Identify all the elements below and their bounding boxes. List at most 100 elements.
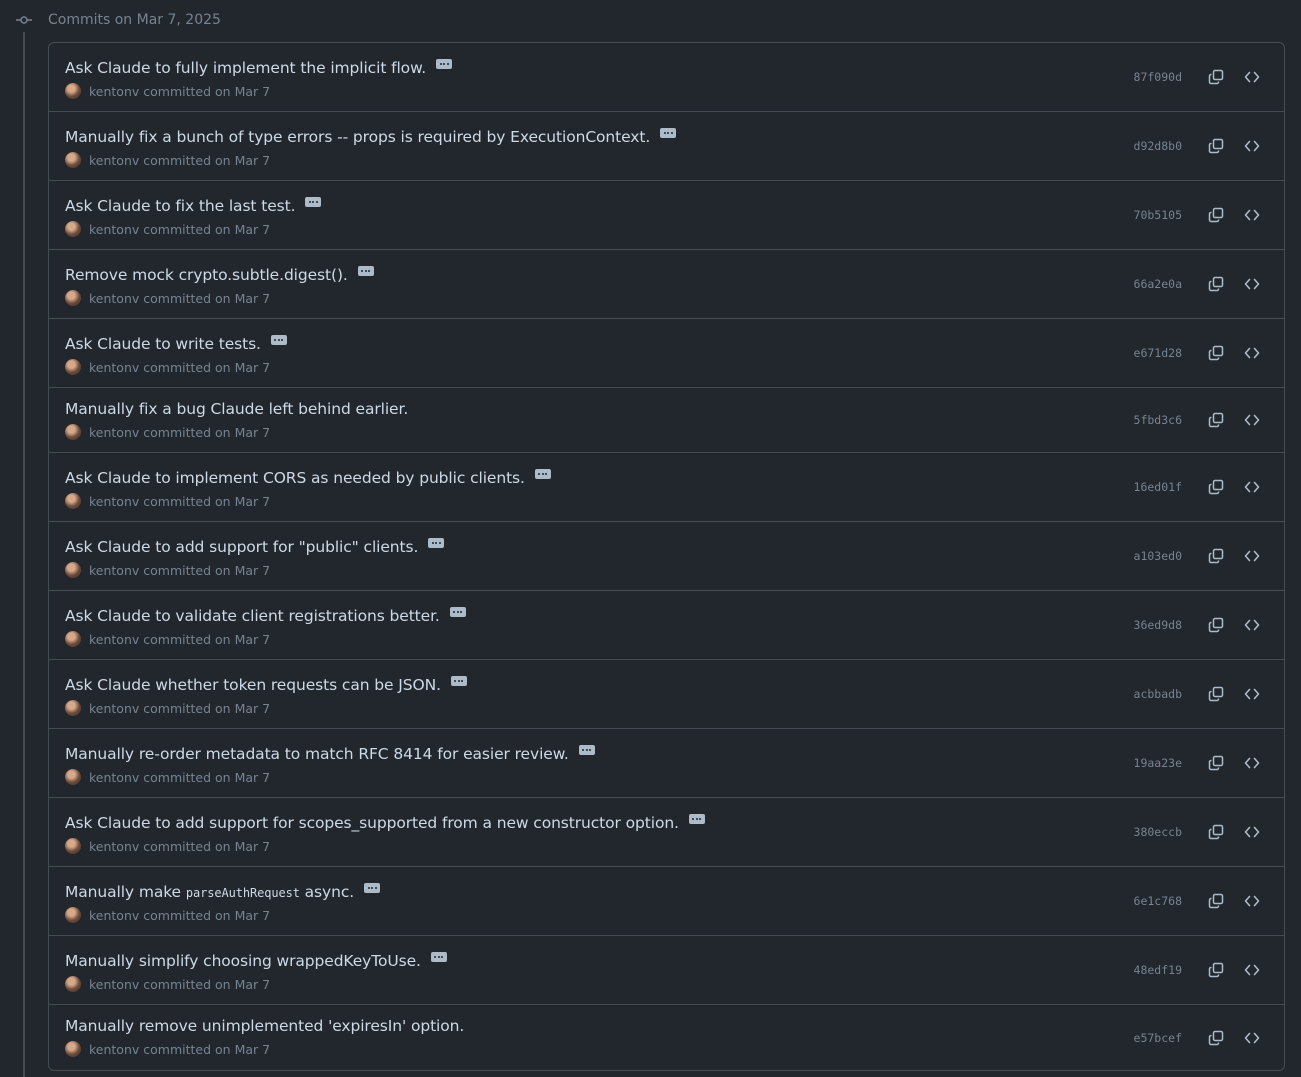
author-link[interactable]: kentonv	[89, 425, 139, 440]
code-icon[interactable]	[1240, 65, 1264, 89]
code-icon[interactable]	[1240, 820, 1264, 844]
author-link[interactable]: kentonv	[89, 84, 139, 99]
code-icon[interactable]	[1240, 341, 1264, 365]
author-link[interactable]: kentonv	[89, 977, 139, 992]
code-icon[interactable]	[1240, 134, 1264, 158]
copy-icon[interactable]	[1204, 613, 1228, 637]
commit-sha-link[interactable]: 380eccb	[1134, 825, 1182, 839]
avatar[interactable]	[65, 152, 81, 168]
author-link[interactable]: kentonv	[89, 908, 139, 923]
commit-sha-link[interactable]: d92d8b0	[1134, 139, 1182, 153]
kebab-horizontal-icon[interactable]	[364, 883, 381, 893]
copy-icon[interactable]	[1204, 134, 1228, 158]
author-link[interactable]: kentonv	[89, 494, 139, 509]
kebab-horizontal-icon[interactable]	[436, 59, 453, 69]
commit-sha-link[interactable]: e57bcef	[1134, 1031, 1182, 1045]
commit-title-link[interactable]: Manually fix a bunch of type errors -- p…	[65, 128, 650, 146]
commit-title-link[interactable]: Ask Claude whether token requests can be…	[65, 676, 441, 694]
author-link[interactable]: kentonv	[89, 222, 139, 237]
copy-icon[interactable]	[1204, 1026, 1228, 1050]
kebab-horizontal-icon[interactable]	[430, 952, 447, 962]
kebab-horizontal-icon[interactable]	[660, 128, 677, 138]
author-link[interactable]: kentonv	[89, 1042, 139, 1057]
code-icon[interactable]	[1240, 751, 1264, 775]
kebab-horizontal-icon[interactable]	[578, 745, 595, 755]
commit-title-link[interactable]: Ask Claude to write tests.	[65, 335, 261, 353]
avatar[interactable]	[65, 838, 81, 854]
avatar[interactable]	[65, 976, 81, 992]
kebab-horizontal-icon[interactable]	[357, 266, 374, 276]
commit-sha-link[interactable]: 70b5105	[1134, 208, 1182, 222]
code-icon[interactable]	[1240, 889, 1264, 913]
copy-icon[interactable]	[1204, 475, 1228, 499]
avatar[interactable]	[65, 424, 81, 440]
kebab-horizontal-icon[interactable]	[270, 335, 287, 345]
commit-sha-link[interactable]: 6e1c768	[1134, 894, 1182, 908]
copy-icon[interactable]	[1204, 341, 1228, 365]
code-icon[interactable]	[1240, 475, 1264, 499]
commit-sha-link[interactable]: 19aa23e	[1134, 756, 1182, 770]
author-link[interactable]: kentonv	[89, 839, 139, 854]
copy-icon[interactable]	[1204, 820, 1228, 844]
kebab-horizontal-icon[interactable]	[688, 814, 705, 824]
commit-title-link[interactable]: Ask Claude to validate client registrati…	[65, 607, 440, 625]
code-icon[interactable]	[1240, 682, 1264, 706]
code-icon[interactable]	[1240, 203, 1264, 227]
copy-icon[interactable]	[1204, 203, 1228, 227]
commit-title-link[interactable]: Remove mock crypto.subtle.digest().	[65, 266, 348, 284]
avatar[interactable]	[65, 221, 81, 237]
commit-title-link[interactable]: Ask Claude to fully implement the implic…	[65, 59, 426, 77]
avatar[interactable]	[65, 1041, 81, 1057]
commit-sha-link[interactable]: 48edf19	[1134, 963, 1182, 977]
commit-sha-link[interactable]: acbbadb	[1134, 687, 1182, 701]
author-link[interactable]: kentonv	[89, 770, 139, 785]
copy-icon[interactable]	[1204, 65, 1228, 89]
code-icon[interactable]	[1240, 958, 1264, 982]
code-icon[interactable]	[1240, 544, 1264, 568]
avatar[interactable]	[65, 493, 81, 509]
commit-sha-link[interactable]: 5fbd3c6	[1134, 413, 1182, 427]
author-link[interactable]: kentonv	[89, 563, 139, 578]
code-icon[interactable]	[1240, 272, 1264, 296]
code-icon[interactable]	[1240, 1026, 1264, 1050]
avatar[interactable]	[65, 907, 81, 923]
kebab-horizontal-icon[interactable]	[428, 538, 445, 548]
author-link[interactable]: kentonv	[89, 360, 139, 375]
commit-title-link[interactable]: Manually fix a bug Claude left behind ea…	[65, 400, 408, 418]
copy-icon[interactable]	[1204, 889, 1228, 913]
copy-icon[interactable]	[1204, 751, 1228, 775]
commit-title-link[interactable]: Manually simplify choosing wrappedKeyToU…	[65, 952, 421, 970]
commit-title-link[interactable]: Manually make parseAuthRequest async.	[65, 883, 354, 901]
commit-sha-link[interactable]: 16ed01f	[1134, 480, 1182, 494]
commit-title-link[interactable]: Ask Claude to add support for "public" c…	[65, 538, 418, 556]
avatar[interactable]	[65, 83, 81, 99]
commit-sha-link[interactable]: a103ed0	[1134, 549, 1182, 563]
copy-icon[interactable]	[1204, 272, 1228, 296]
kebab-horizontal-icon[interactable]	[449, 607, 466, 617]
kebab-horizontal-icon[interactable]	[450, 676, 467, 686]
avatar[interactable]	[65, 769, 81, 785]
kebab-horizontal-icon[interactable]	[534, 469, 551, 479]
copy-icon[interactable]	[1204, 408, 1228, 432]
commit-title-link[interactable]: Manually remove unimplemented 'expiresIn…	[65, 1017, 464, 1035]
copy-icon[interactable]	[1204, 544, 1228, 568]
commit-title-link[interactable]: Ask Claude to implement CORS as needed b…	[65, 469, 525, 487]
avatar[interactable]	[65, 700, 81, 716]
author-link[interactable]: kentonv	[89, 291, 139, 306]
commit-title-link[interactable]: Ask Claude to fix the last test.	[65, 197, 296, 215]
code-icon[interactable]	[1240, 613, 1264, 637]
copy-icon[interactable]	[1204, 682, 1228, 706]
author-link[interactable]: kentonv	[89, 632, 139, 647]
commit-title-link[interactable]: Ask Claude to add support for scopes_sup…	[65, 814, 679, 832]
commit-sha-link[interactable]: 66a2e0a	[1134, 277, 1182, 291]
author-link[interactable]: kentonv	[89, 153, 139, 168]
avatar[interactable]	[65, 290, 81, 306]
commit-title-link[interactable]: Manually re-order metadata to match RFC …	[65, 745, 569, 763]
commit-sha-link[interactable]: e671d28	[1134, 346, 1182, 360]
commit-sha-link[interactable]: 87f090d	[1134, 70, 1182, 84]
avatar[interactable]	[65, 631, 81, 647]
commit-sha-link[interactable]: 36ed9d8	[1134, 618, 1182, 632]
kebab-horizontal-icon[interactable]	[305, 197, 322, 207]
author-link[interactable]: kentonv	[89, 701, 139, 716]
copy-icon[interactable]	[1204, 958, 1228, 982]
